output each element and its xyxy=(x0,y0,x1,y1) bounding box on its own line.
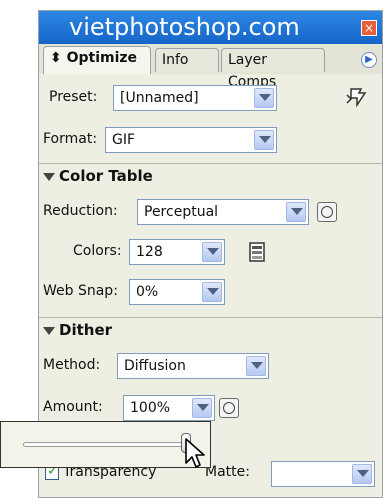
tab-layer-comps[interactable]: Layer Comps xyxy=(221,48,325,90)
chevron-down-icon[interactable] xyxy=(352,464,372,484)
colors-value: 128 xyxy=(136,244,163,260)
tab-optimize[interactable]: ⬍ Optimize xyxy=(43,46,151,74)
divider xyxy=(39,163,382,164)
method-select[interactable]: Diffusion xyxy=(117,353,269,379)
web-snap-value: 0% xyxy=(136,284,159,300)
reduction-label: Reduction: xyxy=(43,203,118,219)
chevron-down-icon[interactable] xyxy=(254,130,274,150)
amount-label: Amount: xyxy=(43,399,103,415)
amount-field[interactable]: 100% xyxy=(123,395,215,421)
dither-title: Dither xyxy=(59,321,113,339)
format-label: Format: xyxy=(43,131,98,147)
title-bar[interactable]: vietphotoshop.com × xyxy=(39,11,382,44)
colors-select[interactable]: 128 xyxy=(129,239,225,265)
color-table-title: Color Table xyxy=(59,167,153,185)
panel-menu-icon[interactable]: ▶ xyxy=(361,52,377,68)
dither-header[interactable]: Dither xyxy=(43,321,112,339)
format-select[interactable]: GIF xyxy=(105,127,277,153)
disclosure-triangle-icon[interactable] xyxy=(43,172,55,181)
color-table-header[interactable]: Color Table xyxy=(43,167,153,185)
tab-strip: ⬍ Optimize Info Layer Comps ▶ xyxy=(39,44,382,90)
reduction-select[interactable]: Perceptual xyxy=(137,199,309,225)
chevron-down-icon[interactable] xyxy=(254,88,274,108)
reduction-value: Perceptual xyxy=(144,204,219,220)
preset-select[interactable]: [Unnamed] xyxy=(113,85,277,111)
chevron-down-icon[interactable] xyxy=(246,356,266,376)
preset-label: Preset: xyxy=(49,89,98,105)
slider-track[interactable] xyxy=(23,442,187,447)
chevron-down-icon[interactable] xyxy=(286,202,306,222)
matte-select[interactable] xyxy=(271,461,375,487)
divider xyxy=(39,317,382,318)
mouse-pointer-icon xyxy=(184,437,206,473)
amount-slider-popup xyxy=(0,421,211,468)
chevron-down-icon[interactable] xyxy=(192,398,212,418)
matte-label: Matte: xyxy=(205,464,250,480)
preset-value: [Unnamed] xyxy=(120,90,199,106)
format-value: GIF xyxy=(112,132,136,148)
reduction-droplet-icon[interactable] xyxy=(317,202,337,222)
close-button[interactable]: × xyxy=(361,20,377,36)
disclosure-triangle-icon[interactable] xyxy=(43,326,55,335)
method-value: Diffusion xyxy=(124,358,186,374)
amount-droplet-icon[interactable] xyxy=(219,398,239,418)
optimize-to-size-icon[interactable] xyxy=(345,85,371,113)
chevron-down-icon[interactable] xyxy=(202,242,222,262)
amount-value: 100% xyxy=(130,400,171,416)
transparency-checkbox[interactable]: ✓ xyxy=(45,463,59,480)
colors-label: Colors: xyxy=(73,243,122,259)
window-title: vietphotoshop.com xyxy=(69,13,300,41)
web-snap-label: Web Snap: xyxy=(43,283,118,299)
color-table-icon[interactable] xyxy=(247,241,267,267)
web-snap-select[interactable]: 0% xyxy=(129,279,225,305)
method-label: Method: xyxy=(43,357,101,373)
tab-info[interactable]: Info xyxy=(155,48,219,72)
chevron-down-icon[interactable] xyxy=(202,282,222,302)
